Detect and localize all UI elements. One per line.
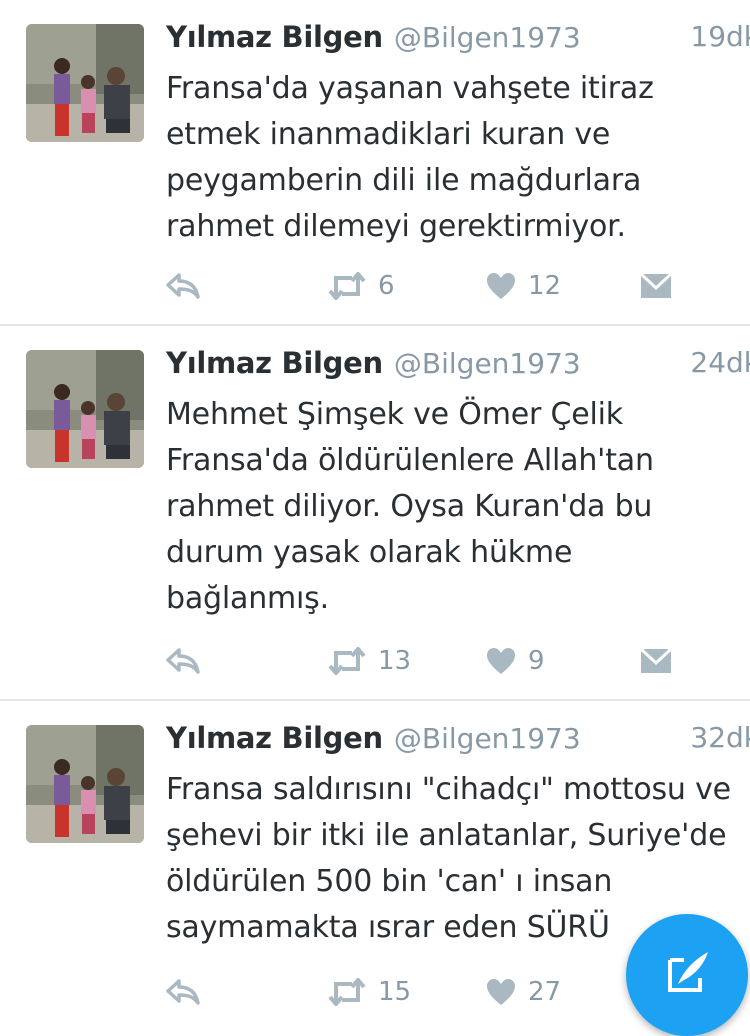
like-count: 27 — [528, 977, 562, 1007]
tweet-header: Yılmaz Bilgen @Bilgen1973 32dk — [166, 721, 750, 765]
reply-icon — [166, 648, 200, 674]
user-handle[interactable]: @Bilgen1973 — [394, 21, 581, 54]
timestamp[interactable]: 24dk — [690, 346, 750, 379]
like-button[interactable]: 12 — [486, 266, 561, 306]
reply-button[interactable] — [166, 972, 200, 1012]
reply-icon — [166, 273, 200, 299]
avatar[interactable] — [26, 350, 144, 468]
display-name[interactable]: Yılmaz Bilgen — [166, 721, 383, 755]
retweet-icon — [328, 978, 366, 1006]
retweet-button[interactable]: 15 — [328, 972, 411, 1012]
timestamp[interactable]: 19dk — [690, 20, 750, 53]
retweet-icon — [328, 272, 366, 300]
direct-message-icon — [640, 647, 672, 675]
like-button[interactable]: 27 — [486, 972, 561, 1012]
like-count: 9 — [528, 646, 545, 676]
retweet-count: 15 — [378, 977, 412, 1007]
timestamp[interactable]: 32dk — [690, 721, 750, 754]
tweet-text: Mehmet Şimşek ve Ömer Çelik Fransa'da öl… — [166, 397, 654, 616]
retweet-button[interactable]: 6 — [328, 266, 395, 306]
tweet-actions: 6 12 — [0, 266, 750, 306]
user-handle[interactable]: @Bilgen1973 — [394, 347, 581, 380]
tweet[interactable]: Yılmaz Bilgen @Bilgen1973 19dk Fransa'da… — [0, 0, 750, 326]
tweet-header: Yılmaz Bilgen @Bilgen1973 24dk — [166, 346, 750, 390]
tweet[interactable]: Yılmaz Bilgen @Bilgen1973 24dk Mehmet Şi… — [0, 326, 750, 701]
direct-message-button[interactable] — [640, 266, 672, 306]
compose-tweet-icon — [662, 948, 712, 1002]
tweet-text: Fransa'da yaşanan vahşete itiraz etmek i… — [166, 71, 654, 244]
compose-tweet-button[interactable] — [626, 914, 748, 1036]
display-name[interactable]: Yılmaz Bilgen — [166, 20, 383, 54]
user-handle[interactable]: @Bilgen1973 — [394, 722, 581, 755]
tweet-actions: 13 9 — [0, 641, 750, 681]
retweet-count: 6 — [378, 271, 395, 301]
like-count: 12 — [528, 271, 562, 301]
reply-button[interactable] — [166, 641, 200, 681]
avatar[interactable] — [26, 24, 144, 142]
reply-icon — [166, 979, 200, 1005]
display-name[interactable]: Yılmaz Bilgen — [166, 346, 383, 380]
like-button[interactable]: 9 — [486, 641, 545, 681]
retweet-icon — [328, 647, 366, 675]
heart-icon — [486, 272, 516, 300]
heart-icon — [486, 978, 516, 1006]
reply-button[interactable] — [166, 266, 200, 306]
tweet-header: Yılmaz Bilgen @Bilgen1973 19dk — [166, 20, 750, 64]
direct-message-button[interactable] — [640, 641, 672, 681]
retweet-button[interactable]: 13 — [328, 641, 411, 681]
heart-icon — [486, 647, 516, 675]
retweet-count: 13 — [378, 646, 412, 676]
timeline: Yılmaz Bilgen @Bilgen1973 19dk Fransa'da… — [0, 0, 750, 1036]
direct-message-icon — [640, 272, 672, 300]
avatar[interactable] — [26, 725, 144, 843]
